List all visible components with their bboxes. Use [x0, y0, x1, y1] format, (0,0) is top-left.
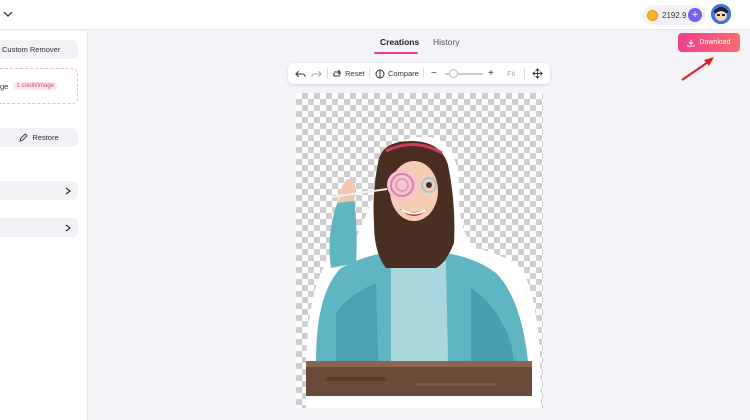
add-credits-button[interactable]: + — [688, 8, 702, 22]
tab-creations[interactable]: Creations — [380, 37, 419, 47]
fit-button[interactable]: Fit — [507, 63, 515, 84]
pencil-icon — [19, 133, 29, 142]
zoom-slider-handle[interactable] — [449, 69, 458, 78]
undo-icon — [295, 70, 306, 77]
avatar[interactable] — [711, 4, 731, 24]
credits-value: 2192.9 — [662, 10, 687, 20]
chevron-down-icon[interactable] — [2, 8, 14, 20]
compare-icon — [375, 69, 385, 78]
download-label: Download — [699, 39, 731, 46]
annotation-arrow — [681, 57, 714, 81]
download-button[interactable]: Download — [678, 33, 740, 52]
chevron-right-icon — [65, 224, 71, 231]
reset-button[interactable]: Reset — [332, 63, 365, 84]
move-button[interactable] — [532, 63, 543, 84]
redo-button[interactable] — [311, 63, 322, 84]
chevron-right-icon — [65, 187, 71, 194]
active-tab-indicator — [374, 52, 418, 54]
reset-label: Reset — [345, 69, 365, 78]
upload-image-box[interactable]: ge 1 credit/image — [0, 68, 78, 104]
undo-button[interactable] — [295, 63, 306, 84]
custom-remover-button[interactable]: Custom Remover — [0, 40, 78, 59]
zoom-out-button[interactable]: − — [431, 63, 437, 84]
move-icon — [532, 68, 543, 79]
custom-remover-label: Custom Remover — [2, 45, 61, 54]
credit-cost-badge: 1 credit/image — [13, 82, 58, 90]
sidebar: Custom Remover ge 1 credit/image Restore — [0, 31, 88, 420]
toolbar-divider — [423, 68, 424, 79]
download-icon — [687, 39, 696, 47]
collapsed-section-1[interactable] — [0, 181, 78, 200]
collapsed-section-2[interactable] — [0, 218, 78, 237]
restore-button[interactable]: Restore — [0, 128, 78, 147]
credits-balance[interactable]: 2192.9 + — [643, 5, 705, 25]
toolbar-divider — [327, 68, 328, 79]
avatar-image — [711, 4, 731, 24]
restore-label: Restore — [32, 133, 59, 142]
reset-icon — [333, 69, 341, 77]
compare-button[interactable]: Compare — [375, 63, 419, 84]
coin-icon — [647, 9, 658, 21]
compare-label: Compare — [388, 69, 419, 78]
redo-icon — [311, 70, 322, 77]
upload-label: ge — [0, 81, 9, 91]
toolbar-divider — [524, 68, 525, 79]
canvas-toolbar: Reset Compare − + Fit — [288, 63, 550, 84]
toolbar-divider — [369, 68, 370, 79]
top-bar: 2192.9 + — [0, 0, 750, 30]
image-canvas[interactable] — [296, 93, 543, 408]
tab-history[interactable]: History — [433, 37, 459, 47]
cutout-image — [306, 136, 541, 408]
zoom-in-button[interactable]: + — [488, 63, 494, 84]
